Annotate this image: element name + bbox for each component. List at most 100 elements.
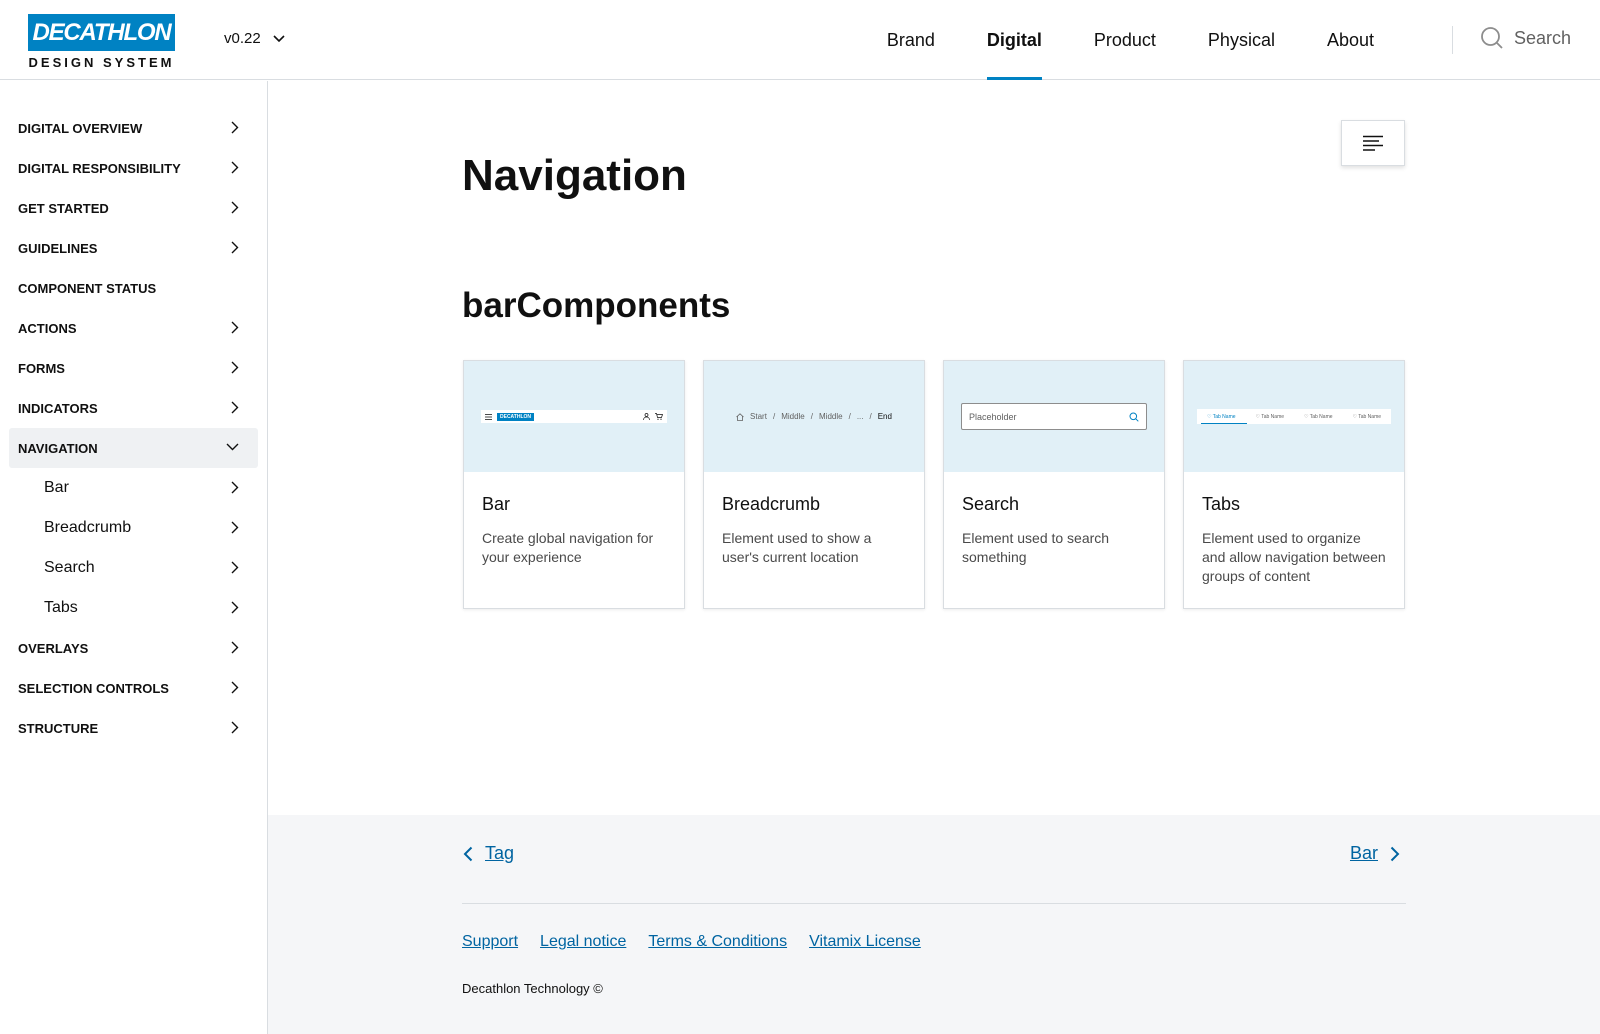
component-card-tabs[interactable]: ♡ Tab Name ♡ Tab Name ♡ Tab Name ♡ Tab N… [1183,360,1405,609]
chevron-right-icon [231,241,239,254]
sidebar-item-label: OVERLAYS [18,640,89,656]
card-thumbnail: Placeholder [944,361,1164,472]
crumb-separator: / [869,412,872,421]
crumb-current: End [877,412,892,421]
top-header: DECATHLON DESIGN SYSTEM v0.22 Brand Digi… [0,0,1600,80]
tab-preview-label: Tab Name [1358,413,1382,420]
chevron-right-icon [231,521,239,534]
nav-physical[interactable]: Physical [1182,0,1301,80]
sidebar-item-selection-controls[interactable]: SELECTION CONTROLS [0,668,267,708]
section-title: barComponents [462,286,731,325]
header-divider [1452,26,1453,54]
tab-preview-item: ♡ Tab Name [1352,413,1382,420]
component-card-bar[interactable]: DECATHLON Bar Create global navigation f… [463,360,685,609]
version-label: v0.22 [224,30,261,47]
footer-link-vitamix-license[interactable]: Vitamix License [809,933,921,951]
chevron-right-icon [231,721,239,734]
sidebar-item-label: DIGITAL OVERVIEW [18,120,143,136]
nav-brand[interactable]: Brand [861,0,961,80]
version-selector[interactable]: v0.22 [224,30,285,47]
sidebar-subitem-tabs[interactable]: Tabs [0,588,267,628]
logo-wordmark: DECATHLON [28,14,175,51]
sidebar-subitem-bar[interactable]: Bar [0,468,267,508]
card-description: Element used to organize and allow navig… [1202,530,1386,584]
sidebar-item-navigation[interactable]: NAVIGATION [9,428,258,468]
breadcrumb-preview: Start / Middle / Middle / ... / End [736,412,892,421]
sidebar-item-structure[interactable]: STRUCTURE [0,708,267,748]
chevron-right-icon [231,681,239,694]
tabs-preview: ♡ Tab Name ♡ Tab Name ♡ Tab Name ♡ Tab N… [1197,409,1391,424]
main-content: Navigation barComponents DECATHLON Bar C… [268,81,1600,815]
chevron-right-icon [231,121,239,134]
footer-links: Support Legal notice Terms & Conditions … [462,933,921,951]
sidebar-subitem-label: Tabs [44,599,78,616]
sidebar-subitem-breadcrumb[interactable]: Breadcrumb [0,508,267,548]
nav-digital[interactable]: Digital [961,0,1068,80]
chevron-right-icon [231,321,239,334]
tab-preview-label: Tab Name [1261,413,1285,420]
cart-icon [655,413,663,420]
previous-page-link[interactable]: Tag [463,843,514,864]
nav-product[interactable]: Product [1068,0,1182,80]
sidebar-item-label: GUIDELINES [18,240,98,256]
sidebar-item-forms[interactable]: FORMS [0,348,267,388]
top-navigation: Brand Digital Product Physical About [861,0,1400,80]
footer-divider [462,903,1406,904]
sidebar-item-guidelines[interactable]: GUIDELINES [0,228,267,268]
sidebar-item-label: INDICATORS [18,400,98,416]
header-search-button[interactable]: Search [1480,26,1571,50]
tab-preview-label: Tab Name [1212,413,1236,420]
footer-link-legal-notice[interactable]: Legal notice [540,933,626,951]
footer-link-support[interactable]: Support [462,933,518,951]
tab-preview-item: ♡ Tab Name [1303,413,1333,420]
sidebar-item-label: SELECTION CONTROLS [18,680,169,696]
footer-link-terms[interactable]: Terms & Conditions [648,933,787,951]
sidebar-subitem-search[interactable]: Search [0,548,267,588]
nav-about[interactable]: About [1301,0,1400,80]
sidebar-item-actions[interactable]: ACTIONS [0,308,267,348]
hamburger-icon [485,413,492,420]
sidebar-item-label: GET STARTED [18,200,109,216]
chevron-right-icon [231,361,239,374]
chevron-right-icon [231,161,239,174]
chevron-right-icon [231,481,239,494]
crumb-text: Middle [781,412,805,421]
decathlon-logo[interactable]: DECATHLON DESIGN SYSTEM [28,14,175,70]
next-page-link[interactable]: Bar [1350,843,1400,864]
sidebar-item-label: ACTIONS [18,320,77,336]
chevron-down-icon [273,34,285,42]
table-of-contents-button[interactable] [1341,120,1405,166]
copyright-text: Decathlon Technology © [462,981,603,996]
sidebar-item-get-started[interactable]: GET STARTED [0,188,267,228]
search-icon [1129,412,1139,422]
sidebar-item-overlays[interactable]: OVERLAYS [0,628,267,668]
card-description: Element used to search something [962,530,1110,565]
sidebar-item-component-status[interactable]: COMPONENT STATUS [0,268,267,308]
search-preview-placeholder: Placeholder [969,411,1017,422]
card-thumbnail: DECATHLON [464,361,684,472]
chevron-right-icon [231,601,239,614]
component-card-search[interactable]: Placeholder Search Element used to searc… [943,360,1165,609]
user-icon [643,413,650,420]
sidebar-subitem-label: Bar [44,479,69,496]
tab-preview-underline [1201,423,1247,424]
sidebar-subitem-label: Breadcrumb [44,519,132,536]
sidebar-item-digital-responsibility[interactable]: DIGITAL RESPONSIBILITY [0,148,267,188]
tab-preview-item: ♡ Tab Name [1206,413,1236,420]
card-title: Breadcrumb [722,494,821,514]
chevron-down-icon [226,443,239,451]
logo-subtitle: DESIGN SYSTEM [28,55,175,70]
card-thumbnail: Start / Middle / Middle / ... / End [704,361,924,472]
crumb-separator: / [810,412,813,421]
sidebar-item-label: NAVIGATION [18,440,98,456]
sidebar-item-indicators[interactable]: INDICATORS [0,388,267,428]
sidebar-item-digital-overview[interactable]: DIGITAL OVERVIEW [0,108,267,148]
component-card-breadcrumb[interactable]: Start / Middle / Middle / ... / End Brea… [703,360,925,609]
tab-preview-item: ♡ Tab Name [1255,413,1285,420]
chevron-right-icon [231,201,239,214]
card-title: Tabs [1202,494,1241,514]
card-title: Bar [482,494,511,514]
crumb-separator: / [772,412,776,421]
crumb-separator: / [848,412,851,421]
card-description: Element used to show a user's current lo… [722,530,872,565]
